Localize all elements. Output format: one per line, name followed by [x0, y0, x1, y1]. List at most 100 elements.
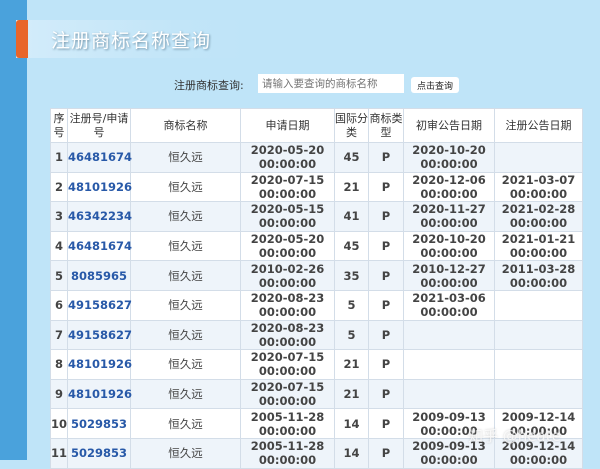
col-index-cell: 5	[50, 260, 68, 291]
col-type-cell: P	[368, 289, 404, 321]
table-row: 1 46481674 恒久远 2020-05-20 00:00:00 45 P 2020-1…	[50, 142, 583, 173]
col-type-cell: P	[368, 349, 404, 380]
col-class-cell: 21	[334, 171, 369, 203]
col-reg-number-cell: 46342234	[67, 201, 132, 232]
col-apply-date-cell: 2020-07-15 00:00:00	[240, 378, 335, 410]
col-type-cell: P	[368, 260, 404, 291]
col-reg-date-cell	[494, 378, 583, 410]
col-apply-date-cell: 2010-02-26 00:00:00	[240, 260, 335, 291]
reg-number-link[interactable]: 48101926	[68, 180, 132, 194]
col-name-cell: 恒久远	[130, 142, 241, 173]
col-class-cell: 45	[334, 230, 369, 262]
header-col-type: 商标类型	[368, 108, 404, 143]
col-class-cell: 5	[334, 319, 369, 351]
search-bar: 注册商标查询: 点击查询	[0, 74, 600, 94]
col-class-cell: 35	[334, 260, 369, 291]
reg-number-link[interactable]: 46481674	[68, 239, 132, 253]
col-reg-number-cell: 49158627	[67, 319, 132, 351]
col-reg-number-cell: 46481674	[67, 142, 132, 173]
reg-number-link[interactable]: 48101926	[68, 357, 132, 371]
header-col-class: 国际分类	[334, 108, 369, 143]
col-apply-date-cell: 2020-05-20 00:00:00	[240, 230, 335, 262]
col-reg-number-cell: 46481674	[67, 230, 132, 262]
title-accent	[16, 20, 28, 58]
table-row: 2 48101926 恒久远 2020-07-15 00:00:00 21 P 2020-1…	[50, 171, 583, 203]
reg-number-link[interactable]: 5029853	[71, 446, 127, 460]
page-title-bar: 注册商标名称查询	[16, 20, 246, 58]
header-col-prelim-date: 初审公告日期	[403, 108, 495, 143]
col-reg-date-cell	[494, 289, 583, 321]
col-index-cell: 10	[50, 408, 68, 439]
col-prelim-date-cell: 2020-10-20 00:00:00	[403, 230, 495, 262]
header-col-apply-date: 申请日期	[240, 108, 335, 143]
col-name-cell: 恒久远	[130, 260, 241, 291]
col-prelim-date-cell: 2020-11-27 00:00:00	[403, 201, 495, 232]
col-reg-number-cell: 5029853	[67, 408, 131, 439]
search-button[interactable]: 点击查询	[411, 77, 459, 93]
header-col-name: 商标名称	[130, 108, 241, 143]
col-type-cell: P	[368, 378, 404, 410]
col-type-cell: P	[368, 171, 404, 203]
reg-number-link[interactable]: 48101926	[68, 387, 132, 401]
table-row: 8 48101926 恒久远 2020-07-15 00:00:00 21 P	[50, 349, 583, 380]
search-label: 注册商标查询:	[174, 79, 244, 92]
col-reg-number-cell: 48101926	[67, 378, 132, 410]
col-class-cell: 14	[334, 408, 369, 439]
header-col-reg-date: 注册公告日期	[494, 108, 583, 143]
page-title: 注册商标名称查询	[51, 30, 212, 52]
col-reg-date-cell: 2021-03-07 00:00:00	[494, 171, 583, 203]
col-index-cell: 1	[50, 142, 68, 173]
col-name-cell: 恒久远	[130, 437, 241, 469]
reg-number-link[interactable]: 46481674	[68, 150, 132, 164]
watermark: 知乎 @heate	[468, 427, 561, 445]
col-reg-number-cell: 48101926	[67, 349, 132, 380]
col-index-cell: 8	[50, 349, 68, 380]
col-index-cell: 7	[50, 319, 68, 351]
col-name-cell: 恒久远	[130, 408, 241, 439]
col-prelim-date-cell: 2020-10-20 00:00:00	[403, 142, 495, 173]
col-reg-date-cell	[494, 142, 583, 173]
col-prelim-date-cell: 2010-12-27 00:00:00	[403, 260, 495, 291]
reg-number-link[interactable]: 5029853	[71, 417, 127, 431]
col-apply-date-cell: 2020-07-15 00:00:00	[240, 171, 335, 203]
col-class-cell: 21	[334, 349, 369, 380]
col-type-cell: P	[368, 230, 404, 262]
col-reg-date-cell	[494, 349, 583, 380]
col-prelim-date-cell	[403, 378, 495, 410]
col-name-cell: 恒久远	[130, 289, 241, 321]
col-class-cell: 14	[334, 437, 369, 469]
trademark-table: 序号 注册号/申请号 商标名称 申请日期 国际分类 商标类型 初审公告日期 注册公告日期 14…	[50, 108, 583, 469]
col-apply-date-cell: 2020-07-15 00:00:00	[240, 349, 335, 380]
col-prelim-date-cell: 2021-03-06 00:00:00	[403, 289, 495, 321]
col-prelim-date-cell: 2020-12-06 00:00:00	[403, 171, 495, 203]
col-class-cell: 21	[334, 378, 369, 410]
col-reg-date-cell	[494, 319, 583, 351]
reg-number-link[interactable]: 49158627	[68, 298, 132, 312]
col-apply-date-cell: 2005-11-28 00:00:00	[240, 437, 335, 469]
col-class-cell: 45	[334, 142, 369, 173]
reg-number-link[interactable]: 46342234	[68, 209, 132, 223]
col-reg-number-cell: 8085965	[67, 260, 131, 291]
col-name-cell: 恒久远	[130, 171, 241, 203]
reg-number-link[interactable]: 8085965	[71, 269, 127, 283]
col-index-cell: 2	[50, 171, 68, 203]
col-name-cell: 恒久远	[130, 319, 241, 351]
col-apply-date-cell: 2005-11-28 00:00:00	[240, 408, 335, 439]
col-reg-date-cell: 2021-02-28 00:00:00	[494, 201, 583, 232]
col-name-cell: 恒久远	[130, 349, 241, 380]
table-row: 6 49158627 恒久远 2020-08-23 00:00:00 5 P 2021-03…	[50, 289, 583, 321]
col-type-cell: P	[368, 201, 404, 232]
col-apply-date-cell: 2020-05-20 00:00:00	[240, 142, 335, 173]
col-apply-date-cell: 2020-05-15 00:00:00	[240, 201, 335, 232]
table-row: 3 46342234 恒久远 2020-05-15 00:00:00 41 P 2020-1…	[50, 201, 583, 232]
col-reg-number-cell: 48101926	[67, 171, 132, 203]
header-col-reg-number: 注册号/申请号	[67, 108, 131, 143]
search-input[interactable]	[258, 74, 404, 93]
col-reg-number-cell: 49158627	[67, 289, 132, 321]
col-index-cell: 11	[50, 437, 68, 469]
col-index-cell: 3	[50, 201, 68, 232]
table-row: 5 8085965 恒久远 2010-02-26 00:00:00 35 P 2010-12…	[50, 260, 583, 291]
col-name-cell: 恒久远	[130, 201, 241, 232]
col-type-cell: P	[368, 142, 404, 173]
reg-number-link[interactable]: 49158627	[68, 328, 132, 342]
